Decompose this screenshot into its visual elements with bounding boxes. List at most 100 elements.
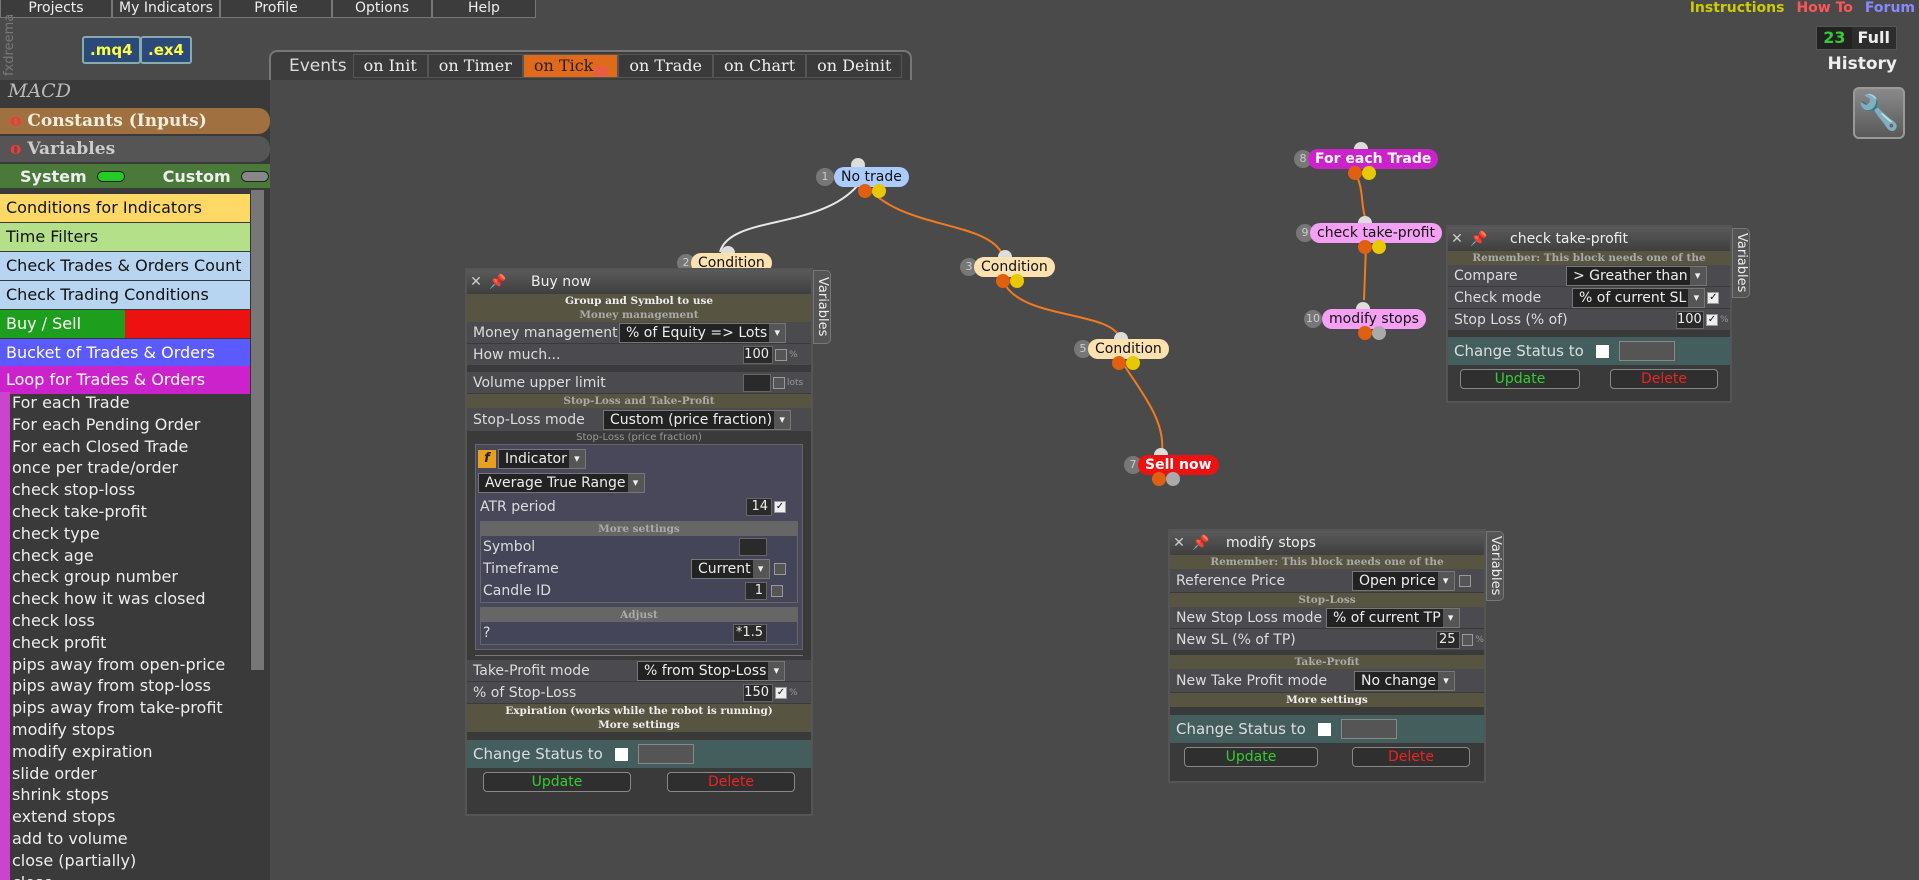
change-status-label: Change Status to xyxy=(473,745,603,763)
update-button[interactable]: Update xyxy=(483,772,631,792)
section-group[interactable]: Group and Symbol to use xyxy=(467,294,811,308)
node-5-out-orange[interactable] xyxy=(1112,356,1126,370)
sl-sub-label: Stop-Loss (price fraction) xyxy=(576,432,702,443)
symbol-input[interactable] xyxy=(739,538,767,556)
ref-price-row: Reference Price Open price xyxy=(1170,569,1484,593)
stop-loss-unit: % xyxy=(1720,314,1729,325)
sl-mode-select[interactable]: Custom (price fraction) xyxy=(603,409,792,430)
node-7-out-orange[interactable] xyxy=(1152,472,1166,486)
vol-limit-input[interactable] xyxy=(743,373,771,392)
new-tp-mode-select[interactable]: No change xyxy=(1354,670,1456,691)
new-sl-mode-select[interactable]: % of current TP xyxy=(1326,607,1460,628)
ms-variables-tab[interactable]: Variables xyxy=(1486,531,1504,601)
check-mode-checkbox[interactable]: ✓ xyxy=(1707,291,1720,304)
atr-select[interactable]: Average True Range xyxy=(478,473,645,493)
stop-loss-input[interactable]: 100 xyxy=(1676,310,1704,329)
section-more[interactable]: More settings xyxy=(467,718,811,732)
buy-variables-tab[interactable]: Variables xyxy=(813,270,831,344)
how-much-row: How much... 100 % xyxy=(467,344,811,366)
atr-period-input[interactable]: 14 xyxy=(746,498,772,516)
ms-change-status-label: Change Status to xyxy=(1176,720,1306,738)
tp-mode-select[interactable]: % from Stop-Loss xyxy=(637,660,786,681)
section-sl-tp: Stop-Loss and Take-Profit xyxy=(467,394,811,408)
node-10-out-orange[interactable] xyxy=(1358,326,1372,340)
ms-panel-header[interactable]: ✕ 📌 modify stops xyxy=(1170,531,1484,555)
tp-delete-button[interactable]: Delete xyxy=(1610,369,1718,389)
tp-change-status-input[interactable] xyxy=(1618,341,1675,361)
ms-change-status-input[interactable] xyxy=(1340,719,1397,739)
node-8-out-yellow[interactable] xyxy=(1362,166,1376,180)
close-icon[interactable]: ✕ xyxy=(1448,231,1466,247)
ref-price-select[interactable]: Open price xyxy=(1352,570,1455,591)
node-1-number: 1 xyxy=(816,168,834,186)
section-money: Money management xyxy=(467,308,811,322)
check-mode-select[interactable]: % of current SL xyxy=(1572,287,1706,308)
change-status-checkbox[interactable] xyxy=(614,747,628,761)
ref-price-checkbox[interactable] xyxy=(1458,574,1471,587)
pct-sl-label: % of Stop-Loss xyxy=(473,684,577,701)
node-7-out-grey[interactable] xyxy=(1166,472,1180,486)
tp-change-status-checkbox[interactable] xyxy=(1595,344,1609,358)
how-much-input[interactable]: 100 xyxy=(743,345,773,364)
adjust-input[interactable]: *1.5 xyxy=(733,624,767,642)
delete-button[interactable]: Delete xyxy=(667,772,795,792)
pct-sl-checkbox[interactable]: ✓ xyxy=(775,686,787,699)
stop-loss-checkbox[interactable]: ✓ xyxy=(1706,313,1718,326)
sl-indicator-box: f Indicator Average True Range ATR perio… xyxy=(475,444,803,650)
tp-update-button[interactable]: Update xyxy=(1460,369,1580,389)
timeframe-checkbox[interactable] xyxy=(773,563,786,575)
candle-input[interactable]: 1 xyxy=(745,582,767,600)
new-sl-label: New SL (% of TP) xyxy=(1176,631,1296,648)
node-1-out-orange[interactable] xyxy=(858,184,872,198)
node-10-out-grey[interactable] xyxy=(1372,326,1386,340)
ms-more-settings[interactable]: More settings xyxy=(1170,693,1484,707)
tp-variables-tab[interactable]: Variables xyxy=(1732,228,1750,298)
new-tp-mode-row: New Take Profit mode No change xyxy=(1170,669,1484,693)
compare-select[interactable]: > Greather than xyxy=(1566,265,1707,286)
how-much-label: How much... xyxy=(473,346,561,363)
link-3-5 xyxy=(1002,280,1121,339)
link-1-2 xyxy=(719,184,859,253)
ms-update-button[interactable]: Update xyxy=(1184,747,1318,767)
close-icon[interactable]: ✕ xyxy=(467,274,485,290)
function-icon: f xyxy=(478,450,496,468)
stop-loss-label: Stop Loss (% of) xyxy=(1454,311,1568,328)
vol-limit-checkbox[interactable] xyxy=(773,376,785,389)
new-tp-mode-label: New Take Profit mode xyxy=(1176,672,1328,689)
timeframe-select[interactable]: Current xyxy=(691,559,770,579)
pin-icon[interactable]: 📌 xyxy=(485,274,511,290)
adjust-box: Adjust ? *1.5 xyxy=(480,607,798,645)
pin-icon[interactable]: 📌 xyxy=(1466,231,1492,247)
pin-icon[interactable]: 📌 xyxy=(1188,535,1214,551)
ms-delete-button[interactable]: Delete xyxy=(1352,747,1470,767)
ms-change-status-checkbox[interactable] xyxy=(1317,722,1331,736)
node-1-out-yellow[interactable] xyxy=(872,184,886,198)
node-5-out-yellow[interactable] xyxy=(1126,356,1140,370)
candle-checkbox[interactable] xyxy=(771,585,783,597)
symbol-label: Symbol xyxy=(483,539,536,555)
how-much-checkbox[interactable] xyxy=(775,348,787,361)
more-settings-header[interactable]: More settings xyxy=(481,522,797,536)
node-8-out-orange[interactable] xyxy=(1348,166,1362,180)
section-expiration[interactable]: Expiration (works while the robot is run… xyxy=(467,704,811,718)
compare-row: Compare > Greather than xyxy=(1448,265,1730,287)
pct-sl-input[interactable]: 150 xyxy=(743,683,773,702)
node-9-out-orange[interactable] xyxy=(1358,240,1372,254)
node-7-label: Sell now xyxy=(1138,455,1219,475)
node-3-out-orange[interactable] xyxy=(996,274,1010,288)
node-3-out-yellow[interactable] xyxy=(1010,274,1024,288)
buy-panel-header[interactable]: ✕ 📌 Buy now xyxy=(467,270,811,294)
new-sl-checkbox[interactable] xyxy=(1461,633,1474,646)
indicator-select[interactable]: Indicator xyxy=(498,449,586,469)
node-9-out-yellow[interactable] xyxy=(1372,240,1386,254)
mm-select[interactable]: % of Equity => Lots xyxy=(619,322,787,343)
tp-panel-header[interactable]: ✕ 📌 check take-profit xyxy=(1448,227,1730,251)
new-sl-input[interactable]: 25 xyxy=(1435,630,1460,649)
buy-panel-title: Buy now xyxy=(531,274,592,290)
pct-sl-row: % of Stop-Loss 150 ✓ % xyxy=(467,682,811,704)
atr-period-checkbox[interactable]: ✓ xyxy=(774,501,786,513)
mm-label: Money management xyxy=(473,324,618,341)
close-icon[interactable]: ✕ xyxy=(1170,535,1188,551)
change-status-input[interactable] xyxy=(637,744,694,764)
tp-remember: Remember: This block needs one of the xyxy=(1448,251,1730,265)
